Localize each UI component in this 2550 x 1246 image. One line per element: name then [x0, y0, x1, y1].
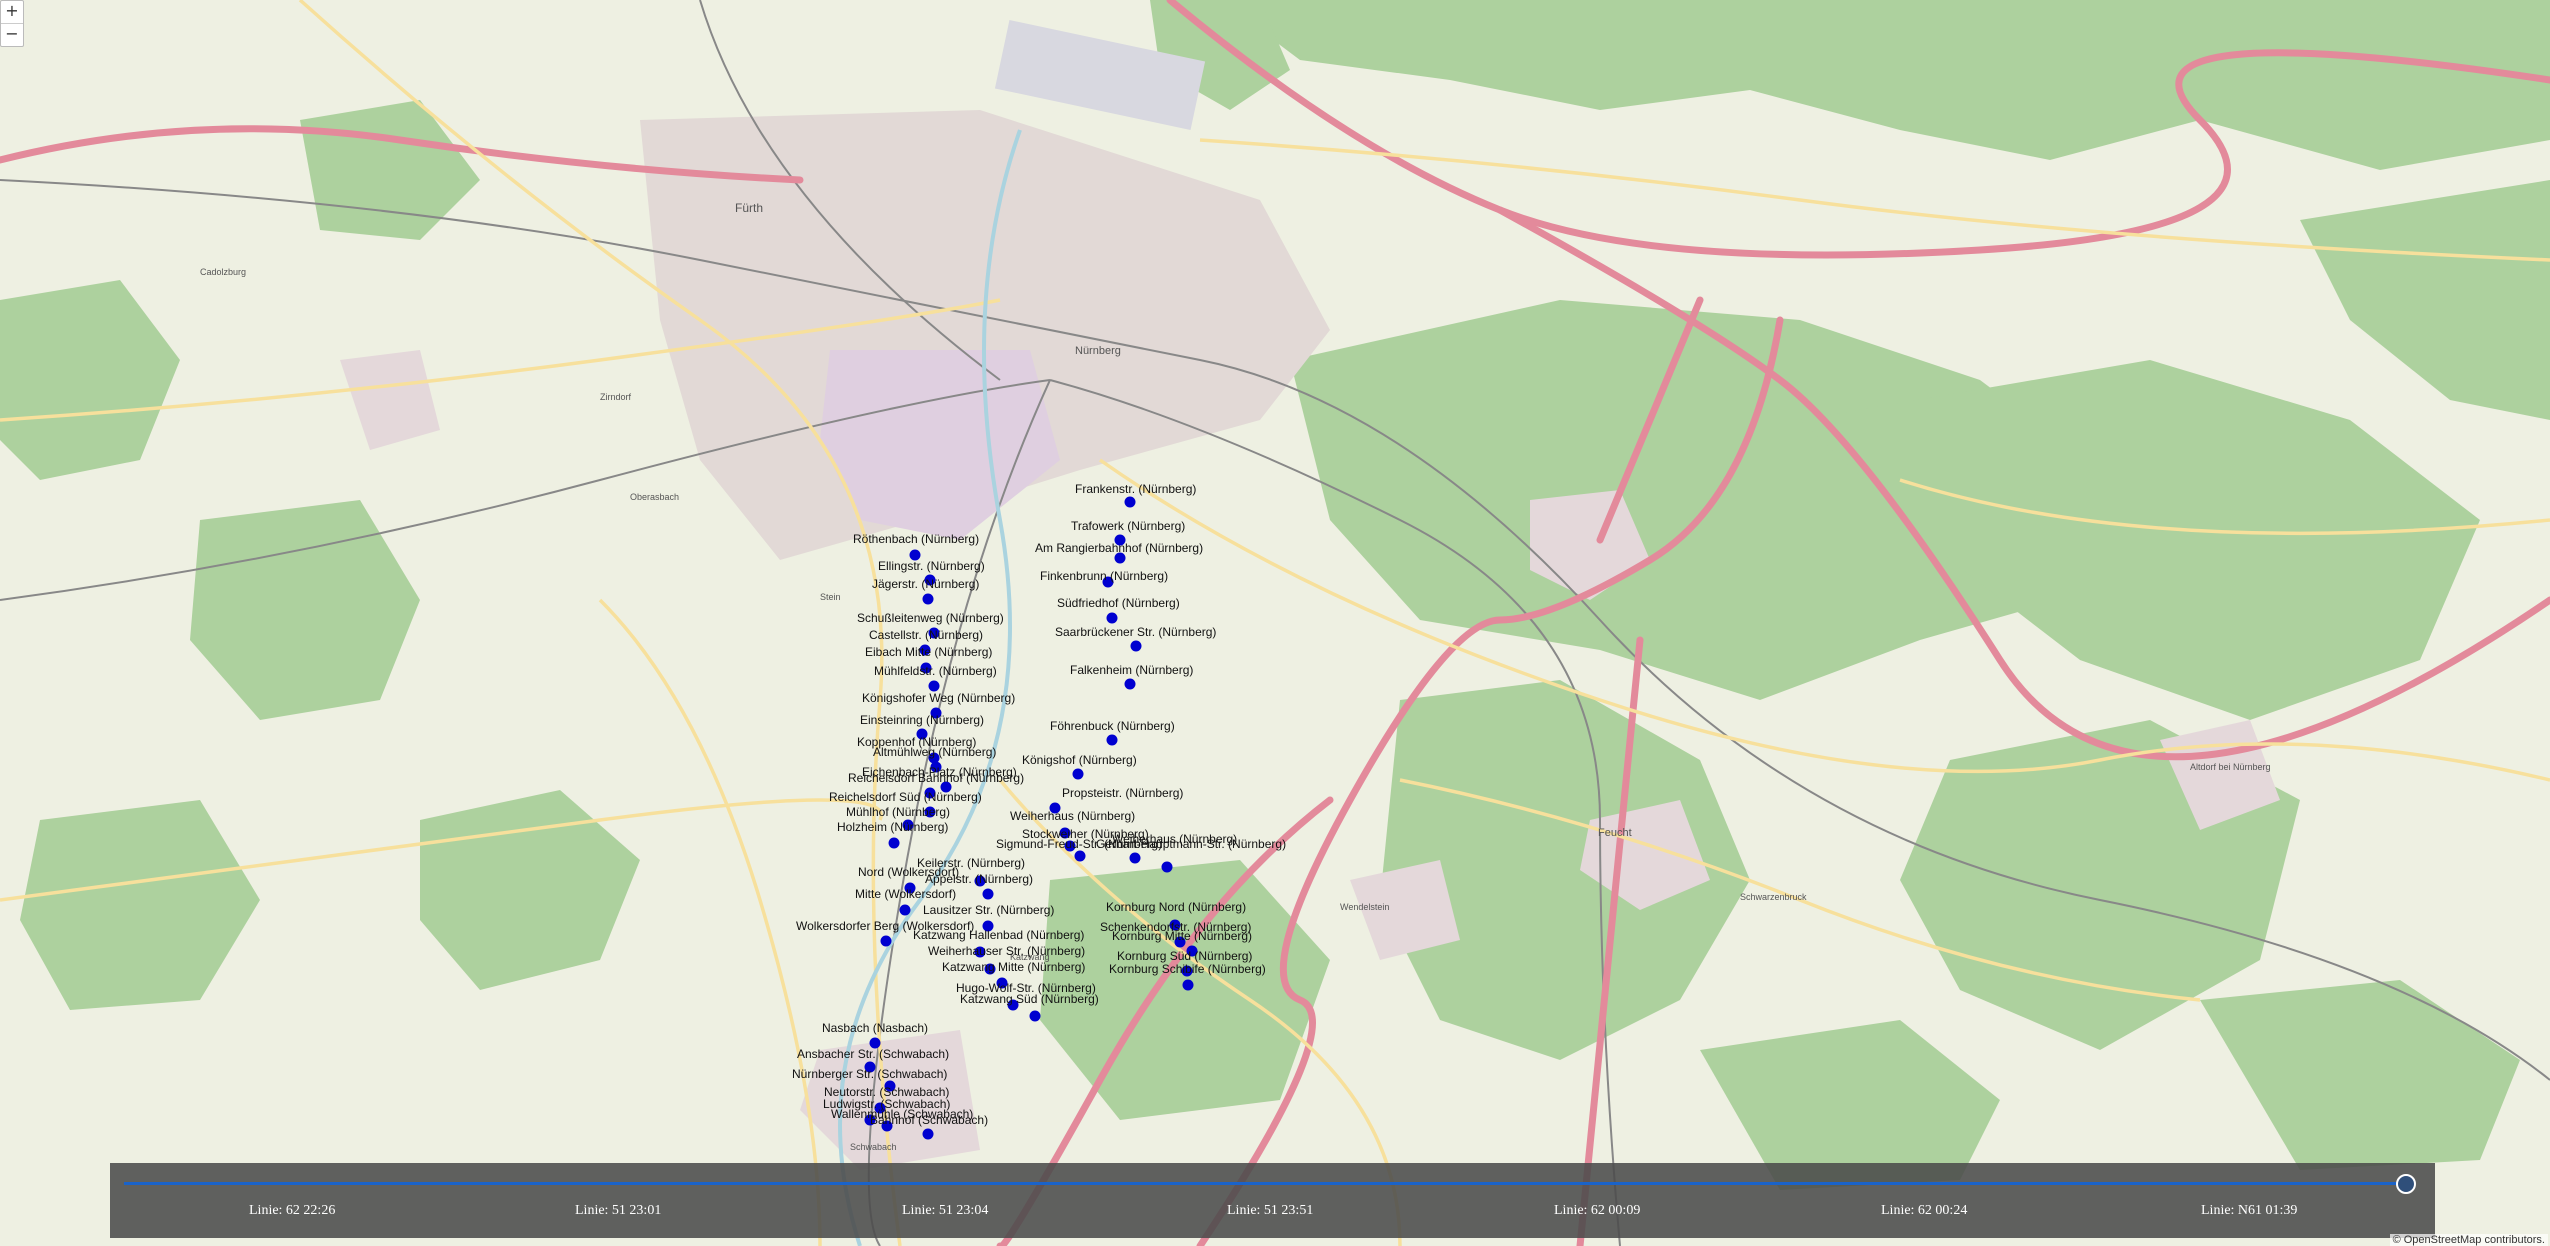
- stop-label: Trafowerk (Nürnberg): [1071, 519, 1185, 533]
- timeline-label: Linie: 51 23:51: [1227, 1203, 1314, 1218]
- stop-label: Lausitzer Str. (Nürnberg): [923, 903, 1054, 917]
- stop-label: Mühlhof (Nürnberg): [846, 805, 950, 819]
- place-label: Zirndorf: [600, 392, 632, 402]
- stop-label: Kornburg Schibife (Nürnberg): [1109, 962, 1266, 976]
- place-label: Cadolzburg: [200, 267, 246, 277]
- place-label: Schwarzenbruck: [1740, 892, 1807, 902]
- stop-label: Propsteistr. (Nürnberg): [1062, 786, 1183, 800]
- zoom-in-button[interactable]: +: [1, 1, 23, 23]
- stop-marker[interactable]: [928, 680, 940, 692]
- stop-label: Südfriedhof (Nürnberg): [1057, 596, 1180, 610]
- stop-marker[interactable]: [982, 888, 994, 900]
- stop-label: Weiherhaus (Nürnberg): [1010, 809, 1135, 823]
- stop-label: Jägerstr. (Nürnberg): [872, 577, 979, 591]
- stop-label: Kornburg Nord (Nürnberg): [1106, 900, 1246, 914]
- timeline-panel: Linie: 62 22:26 Linie: 51 23:01 Linie: 5…: [110, 1163, 2435, 1238]
- stop-label: Nasbach (Nasbach): [822, 1021, 928, 1035]
- stop-marker[interactable]: [1074, 850, 1086, 862]
- stop-marker[interactable]: [1106, 612, 1118, 624]
- timeline-label: Linie: 62 00:09: [1554, 1203, 1641, 1218]
- zoom-out-button[interactable]: −: [1, 23, 23, 46]
- stop-marker[interactable]: [1072, 768, 1084, 780]
- stop-label: Altmühlweg (Nürnberg): [873, 745, 996, 759]
- stop-label: Bahnhof (Schwabach): [870, 1113, 988, 1127]
- stop-label: Eibach Mitte (Nürnberg): [865, 645, 992, 659]
- map-attribution: © OpenStreetMap contributors.: [2389, 1234, 2548, 1246]
- stop-label: Castellstr. (Nürnberg): [869, 628, 983, 642]
- timeline-slider-handle[interactable]: [2396, 1174, 2416, 1194]
- stop-label: Nürnberger Str. (Schwabach): [792, 1067, 947, 1081]
- place-label: Oberasbach: [630, 492, 679, 502]
- stop-label: Königshofer Weg (Nürnberg): [862, 691, 1015, 705]
- stop-label: Katzwang Mitte (Nürnberg): [942, 960, 1085, 974]
- stop-label: Königshof (Nürnberg): [1022, 753, 1137, 767]
- stop-marker[interactable]: [880, 935, 892, 947]
- stop-marker[interactable]: [888, 837, 900, 849]
- place-label: Stein: [820, 592, 841, 602]
- stop-label: Holzheim (Nürnberg): [837, 820, 948, 834]
- stop-label: Mühlfeldstr. (Nürnberg): [874, 664, 997, 678]
- stop-marker[interactable]: [1124, 496, 1136, 508]
- stop-label: Röthenbach (Nürnberg): [853, 532, 979, 546]
- stop-label: Am Rangierbahnhof (Nürnberg): [1035, 541, 1203, 555]
- stop-label: Saarbrückener Str. (Nürnberg): [1055, 625, 1216, 639]
- stop-marker[interactable]: [1129, 852, 1141, 864]
- stop-label: Katzwang Süd (Nürnberg): [960, 992, 1099, 1006]
- stop-marker[interactable]: [1182, 979, 1194, 991]
- stop-label: Reichelsdorf Bahnhof (Nürnberg): [848, 771, 1024, 785]
- osm-map[interactable]: Fürth Nürnberg Feucht Oberasbach Zirndor…: [0, 0, 2550, 1246]
- timeline-label: Linie: N61 01:39: [2201, 1203, 2298, 1218]
- stop-marker[interactable]: [1130, 640, 1142, 652]
- stop-marker[interactable]: [1106, 734, 1118, 746]
- stop-label: Schußleitenweg (Nürnberg): [857, 611, 1004, 625]
- stop-label: Kornburg Süd (Nürnberg): [1117, 949, 1252, 963]
- stop-marker[interactable]: [1124, 678, 1136, 690]
- stop-marker[interactable]: [922, 1128, 934, 1140]
- place-label: Feucht: [1598, 827, 1632, 839]
- place-label: Altdorf bei Nürnberg: [2190, 762, 2271, 772]
- stop-label: Einsteinring (Nürnberg): [860, 713, 984, 727]
- stop-label: Mitte (Wolkersdorf): [855, 887, 956, 901]
- timeline-label: Linie: 62 00:24: [1881, 1203, 1968, 1218]
- stop-label: Frankenstr. (Nürnberg): [1075, 482, 1196, 496]
- stop-label: Appelstr. (Nürnberg): [925, 872, 1033, 886]
- place-label: Fürth: [735, 201, 763, 215]
- stop-label: Ansbacher Str. (Schwabach): [797, 1047, 949, 1061]
- stop-marker[interactable]: [1029, 1010, 1041, 1022]
- zoom-control: + −: [0, 0, 24, 47]
- stop-label: Weiherhauser Str. (Nürnberg): [928, 944, 1085, 958]
- stop-label: Föhrenbuck (Nürnberg): [1050, 719, 1175, 733]
- stop-label: Finkenbrunn (Nürnberg): [1040, 569, 1168, 583]
- stop-label: Weiherhaus (Nürnberg): [1112, 832, 1237, 846]
- place-label: Schwabach: [850, 1142, 897, 1152]
- timeline-label: Linie: 51 23:01: [575, 1203, 662, 1218]
- stop-label: Kornburg Mitte (Nürnberg): [1112, 929, 1252, 943]
- stop-marker[interactable]: [899, 904, 911, 916]
- stop-label: Katzwang Hallenbad (Nürnberg): [913, 928, 1084, 942]
- stop-label: Ellingstr. (Nürnberg): [878, 559, 985, 573]
- stop-marker[interactable]: [1161, 861, 1173, 873]
- place-label: Nürnberg: [1075, 345, 1121, 357]
- stop-label: Reichelsdorf Süd (Nürnberg): [829, 790, 982, 804]
- timeline-label: Linie: 62 22:26: [249, 1203, 336, 1218]
- stop-marker[interactable]: [922, 593, 934, 605]
- place-label: Wendelstein: [1340, 902, 1389, 912]
- timeline-label: Linie: 51 23:04: [902, 1203, 989, 1218]
- stop-label: Falkenheim (Nürnberg): [1070, 663, 1193, 677]
- timeline-track[interactable]: [124, 1182, 2406, 1185]
